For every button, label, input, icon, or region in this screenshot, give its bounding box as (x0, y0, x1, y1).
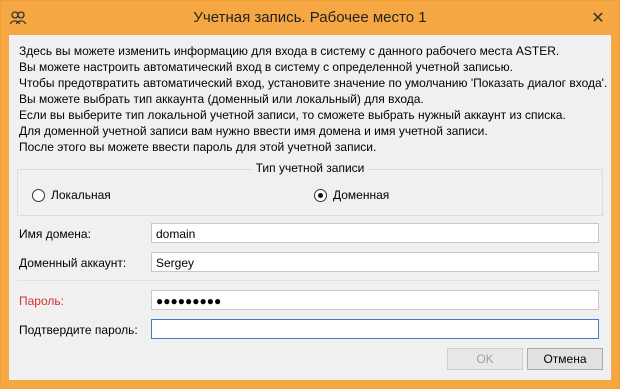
account-type-group: Тип учетной записи Локальная Доменная (17, 161, 603, 216)
radio-domain[interactable]: Доменная (314, 188, 389, 202)
info-line: Вы можете настроить автоматический вход … (19, 60, 513, 74)
close-button[interactable]: ✕ (585, 5, 611, 29)
account-input[interactable]: Sergey (151, 252, 599, 272)
window-title: Учетная запись. Рабочее место 1 (193, 9, 427, 26)
radio-local-label: Локальная (51, 188, 111, 202)
info-line: Здесь вы можете изменить информацию для … (19, 44, 560, 58)
info-text: Здесь вы можете изменить информацию для … (19, 43, 609, 155)
account-type-title: Тип учетной записи (251, 161, 369, 175)
divider (17, 280, 601, 281)
domain-input[interactable]: domain (151, 223, 599, 243)
radio-domain-indicator[interactable] (314, 188, 327, 202)
dialog-window: Учетная запись. Рабочее место 1 ✕ Здесь … (0, 0, 620, 389)
info-line: Если вы выберите тип локальной учетной з… (19, 108, 566, 122)
cancel-button[interactable]: Отмена (527, 348, 603, 370)
password-row: Пароль: ●●●●●●●●● (17, 290, 601, 312)
radio-domain-label: Доменная (333, 188, 390, 202)
confirm-password-input[interactable] (151, 319, 599, 339)
password-label: Пароль: (19, 294, 64, 308)
info-line: Чтобы предотвратить автоматический вход,… (19, 76, 608, 90)
confirm-label: Подтвердите пароль: (19, 323, 138, 337)
radio-local[interactable]: Локальная (32, 188, 111, 202)
info-line: После этого вы можете ввести пароль для … (19, 140, 377, 154)
confirm-row: Подтвердите пароль: (17, 319, 601, 341)
domain-label: Имя домена: (19, 227, 91, 241)
account-row: Доменный аккаунт: Sergey (17, 252, 601, 274)
account-label: Доменный аккаунт: (19, 256, 127, 270)
radio-local-indicator[interactable] (32, 188, 45, 202)
close-icon: ✕ (591, 7, 605, 27)
domain-row: Имя домена: domain (17, 223, 601, 245)
ok-button[interactable]: OK (447, 348, 523, 370)
password-input[interactable]: ●●●●●●●●● (151, 290, 599, 310)
title-bar[interactable]: Учетная запись. Рабочее место 1 ✕ (1, 1, 619, 35)
dialog-content: Здесь вы можете изменить информацию для … (9, 35, 611, 380)
info-line: Для доменной учетной записи вам нужно вв… (19, 124, 488, 138)
info-line: Вы можете выбрать тип аккаунта (доменный… (19, 92, 424, 106)
